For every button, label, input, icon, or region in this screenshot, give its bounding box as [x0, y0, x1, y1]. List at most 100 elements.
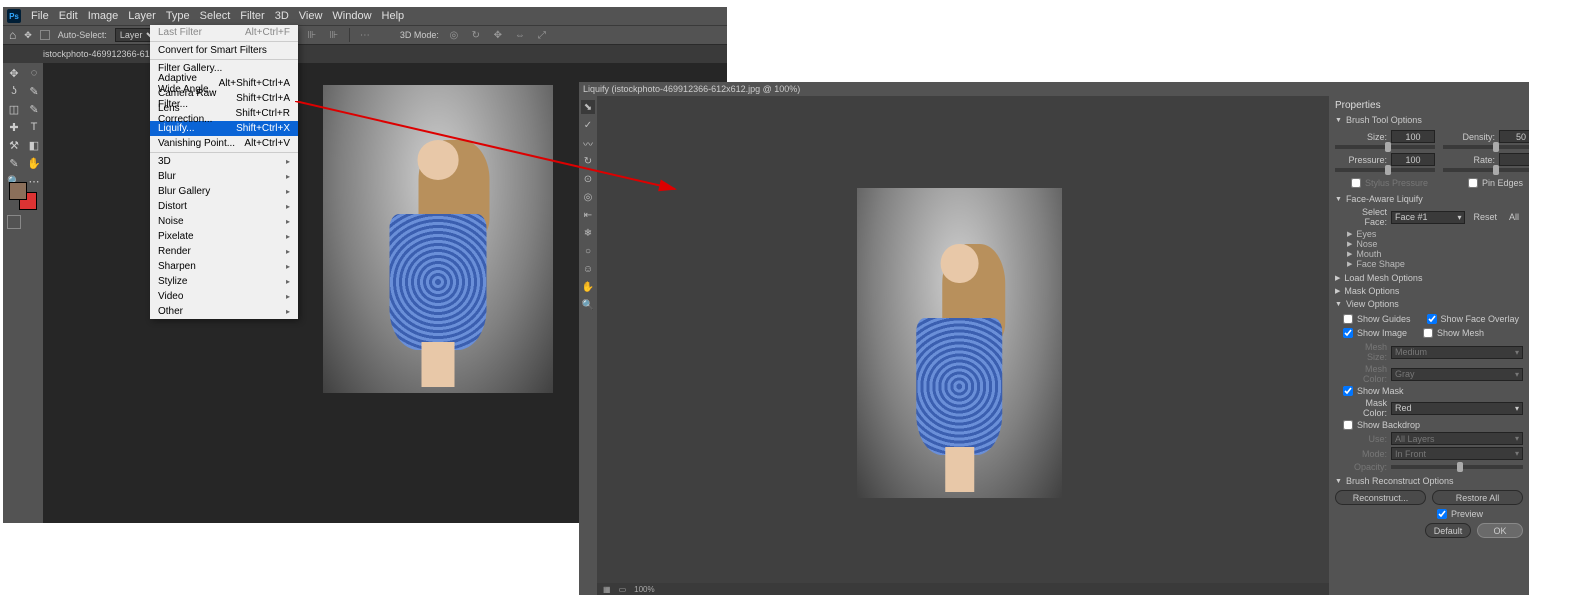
menu-image[interactable]: Image [88, 10, 119, 22]
all-faces-button[interactable]: All [1505, 212, 1523, 222]
default-button[interactable]: Default [1425, 523, 1471, 538]
face-tool-icon[interactable]: ☺ [581, 262, 595, 276]
menu-sharpen-sub[interactable]: Sharpen [150, 259, 298, 274]
menu-filter[interactable]: Filter [240, 10, 264, 22]
autoselect-checkbox[interactable] [40, 30, 50, 40]
menu-window[interactable]: Window [332, 10, 371, 22]
size-slider[interactable] [1335, 145, 1435, 149]
thaw-mask-tool-icon[interactable]: ○ [581, 244, 595, 258]
face-shape-expander[interactable]: Face Shape [1347, 259, 1523, 269]
pen-tool-icon[interactable]: ✎ [5, 155, 23, 171]
show-face-overlay-checkbox[interactable] [1427, 314, 1437, 324]
menu-blur-gallery-sub[interactable]: Blur Gallery [150, 184, 298, 199]
mask-options-section[interactable]: Mask Options [1335, 286, 1523, 296]
pucker-tool-icon[interactable]: ⊙ [581, 172, 595, 186]
bloat-tool-icon[interactable]: ◎ [581, 190, 595, 204]
menu-video-sub[interactable]: Video [150, 289, 298, 304]
menu-layer[interactable]: Layer [128, 10, 156, 22]
zoom-tool-icon[interactable]: 🔍 [581, 298, 595, 312]
lasso-tool-icon[interactable]: ʖ [5, 83, 23, 99]
eraser-tool-icon[interactable]: ◧ [25, 137, 43, 153]
crop-tool-icon[interactable]: ◫ [5, 101, 23, 117]
distribute-bottom-icon[interactable]: ⊪ [327, 28, 341, 42]
3d-slide-icon[interactable]: ⇔ [513, 28, 527, 42]
clone-tool-icon[interactable]: ⚒ [5, 137, 23, 153]
menu-convert-smart[interactable]: Convert for Smart Filters [150, 43, 298, 58]
twirl-tool-icon[interactable]: ↻ [581, 154, 595, 168]
forward-warp-tool-icon[interactable]: ⬊ [581, 100, 595, 114]
reconstruct-tool-icon[interactable]: ✓ [581, 118, 595, 132]
density-slider[interactable] [1443, 145, 1529, 149]
menu-stylize-sub[interactable]: Stylize [150, 274, 298, 289]
move-tool-icon[interactable]: ✥ [24, 30, 32, 41]
load-mesh-section[interactable]: Load Mesh Options [1335, 273, 1523, 283]
brush-options-section[interactable]: Brush Tool Options [1335, 115, 1523, 125]
show-guides-checkbox[interactable] [1343, 314, 1353, 324]
show-mask-checkbox[interactable] [1343, 386, 1353, 396]
menu-view[interactable]: View [299, 10, 323, 22]
size-input[interactable] [1391, 130, 1435, 143]
menu-vanishing-point[interactable]: Vanishing Point...Alt+Ctrl+V [150, 136, 298, 151]
pressure-slider[interactable] [1335, 168, 1435, 172]
photoshop-icon: Ps [7, 9, 21, 23]
nose-expander[interactable]: Nose [1347, 239, 1523, 249]
3d-orbit-icon[interactable]: ◎ [447, 28, 461, 42]
density-input[interactable] [1499, 130, 1529, 143]
hand-tool-icon[interactable]: ✋ [25, 155, 43, 171]
3d-scale-icon[interactable]: ⤢ [535, 28, 549, 42]
brush-tool-icon[interactable]: T [25, 119, 43, 135]
menu-select[interactable]: Select [200, 10, 231, 22]
push-left-tool-icon[interactable]: ⇤ [581, 208, 595, 222]
face-aware-section[interactable]: Face-Aware Liquify [1335, 194, 1523, 204]
menu-3d[interactable]: 3D [275, 10, 289, 22]
more-icon[interactable]: ⋯ [358, 28, 372, 42]
show-image-checkbox[interactable] [1343, 328, 1353, 338]
menu-blur-sub[interactable]: Blur [150, 169, 298, 184]
3d-roll-icon[interactable]: ↻ [469, 28, 483, 42]
use-dropdown: All Layers [1391, 432, 1523, 445]
select-face-dropdown[interactable]: Face #1 [1391, 211, 1465, 224]
reconstruct-section[interactable]: Brush Reconstruct Options [1335, 476, 1523, 486]
menu-file[interactable]: File [31, 10, 49, 22]
liquify-canvas[interactable] [597, 96, 1329, 583]
quick-mask-icon[interactable] [7, 215, 21, 229]
menu-edit[interactable]: Edit [59, 10, 78, 22]
view-options-section[interactable]: View Options [1335, 299, 1523, 309]
fit-icon[interactable]: ▭ [619, 585, 627, 594]
marquee-tool-icon[interactable]: ◌ [25, 65, 43, 81]
menu-lens-correction[interactable]: Lens Correction...Shift+Ctrl+R [150, 106, 298, 121]
distribute-center-icon[interactable]: ⊪ [305, 28, 319, 42]
menu-noise-sub[interactable]: Noise [150, 214, 298, 229]
zoom-level[interactable]: 100% [634, 585, 654, 594]
menu-type[interactable]: Type [166, 10, 190, 22]
restore-all-button[interactable]: Restore All [1432, 490, 1523, 505]
home-icon[interactable]: ⌂ [9, 28, 16, 42]
ok-button[interactable]: OK [1477, 523, 1523, 538]
grid-icon[interactable]: ▦ [603, 585, 611, 594]
menu-3d-sub[interactable]: 3D [150, 154, 298, 169]
preview-checkbox[interactable] [1437, 509, 1447, 519]
pressure-input[interactable] [1391, 153, 1435, 166]
move-tool-icon[interactable]: ✥ [5, 65, 23, 81]
menu-distort-sub[interactable]: Distort [150, 199, 298, 214]
reconstruct-button[interactable]: Reconstruct... [1335, 490, 1426, 505]
reset-face-button[interactable]: Reset [1469, 212, 1501, 222]
pin-edges-checkbox[interactable] [1468, 178, 1478, 188]
mask-color-dropdown[interactable]: Red [1391, 402, 1523, 415]
show-backdrop-checkbox[interactable] [1343, 420, 1353, 430]
menu-pixelate-sub[interactable]: Pixelate [150, 229, 298, 244]
show-mesh-checkbox[interactable] [1423, 328, 1433, 338]
smooth-tool-icon[interactable]: 〰 [581, 136, 595, 150]
quick-select-tool-icon[interactable]: ✎ [25, 83, 43, 99]
mouth-expander[interactable]: Mouth [1347, 249, 1523, 259]
color-swatches[interactable] [9, 182, 37, 210]
menu-help[interactable]: Help [382, 10, 405, 22]
freeze-mask-tool-icon[interactable]: ❄ [581, 226, 595, 240]
hand-tool-icon[interactable]: ✋ [581, 280, 595, 294]
healing-tool-icon[interactable]: ✚ [5, 119, 23, 135]
3d-pan-icon[interactable]: ✥ [491, 28, 505, 42]
menu-render-sub[interactable]: Render [150, 244, 298, 259]
eyes-expander[interactable]: Eyes [1347, 229, 1523, 239]
eyedropper-tool-icon[interactable]: ✎ [25, 101, 43, 117]
menu-other-sub[interactable]: Other [150, 304, 298, 319]
